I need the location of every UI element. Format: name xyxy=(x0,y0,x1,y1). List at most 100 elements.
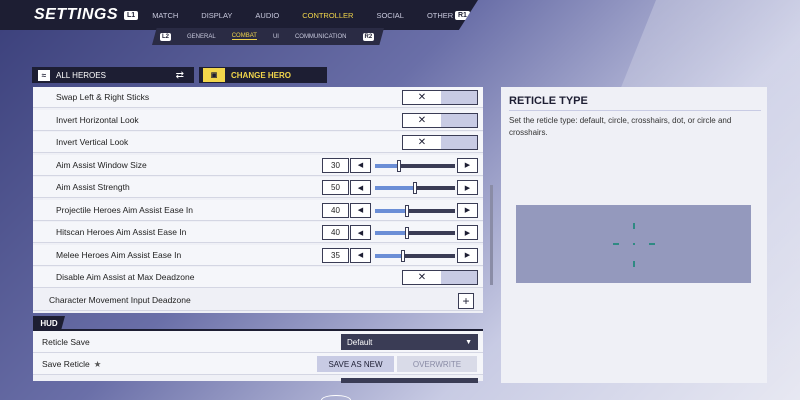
panel-divider xyxy=(509,110,761,111)
setting-label: Invert Horizontal Look xyxy=(56,114,139,125)
reticle-save-dropdown[interactable]: Default ▼ xyxy=(341,334,478,350)
hero-logo-icon: ≈ xyxy=(38,69,50,81)
tab-social[interactable]: SOCIAL xyxy=(376,11,404,20)
hud-settings-list: Reticle Save Default ▼ Save Reticle ★ SAV… xyxy=(33,331,483,383)
all-heroes-label: ALL HEROES xyxy=(56,70,106,80)
description-panel: RETICLE TYPE Set the reticle type: defau… xyxy=(501,87,767,383)
toggle-off-region xyxy=(441,136,477,149)
setting-row: Aim Assist Strength 50 ◀ ▶ xyxy=(33,177,483,198)
slider-value-input[interactable]: 40 xyxy=(322,225,349,240)
increase-arrow-icon[interactable]: ▶ xyxy=(457,180,478,195)
tab-audio[interactable]: AUDIO xyxy=(255,11,279,20)
l2-button-hint: L2 xyxy=(160,32,172,41)
expand-plus-icon[interactable]: + xyxy=(458,292,474,309)
reticle-save-label: Reticle Save xyxy=(42,337,90,347)
toggle-switch[interactable]: ✕ xyxy=(402,135,478,150)
reticle-right-tick xyxy=(649,243,655,245)
reticle-save-row: Reticle Save Default ▼ xyxy=(33,331,483,353)
close-icon: ✕ xyxy=(403,136,441,149)
decrease-arrow-icon[interactable]: ◀ xyxy=(350,180,371,195)
settings-top-bar: SETTINGS L1 MATCH DISPLAY AUDIO CONTROLL… xyxy=(0,0,478,30)
hud-section-header: HUD xyxy=(33,316,65,330)
setting-row: Aim Assist Window Size 30 ◀ ▶ xyxy=(33,154,483,176)
increase-arrow-icon[interactable]: ▶ xyxy=(457,247,478,263)
setting-row: Invert Horizontal Look ✕ xyxy=(33,109,483,131)
setting-row: Melee Heroes Aim Assist Ease In 35 ◀ ▶ xyxy=(33,244,483,266)
toggle-switch[interactable]: ✕ xyxy=(402,270,478,285)
subtab-ui[interactable]: UI xyxy=(273,34,279,40)
increase-arrow-icon[interactable]: ▶ xyxy=(457,202,478,218)
setting-label: Character Movement Input Deadzone xyxy=(49,294,191,305)
slider-thumb[interactable] xyxy=(405,204,409,217)
slider-track[interactable] xyxy=(375,227,455,239)
toggle-switch[interactable]: ✕ xyxy=(402,112,478,128)
setting-label: Aim Assist Strength xyxy=(56,182,130,192)
slider-thumb[interactable] xyxy=(413,182,417,194)
l1-button-hint: L1 xyxy=(124,10,139,20)
settings-list: Swap Left & Right Sticks ✕ Invert Horizont… xyxy=(33,87,483,313)
reticle-save-value: Default xyxy=(347,337,373,347)
setting-row: Invert Vertical Look ✕ xyxy=(33,132,483,153)
overwrite-button[interactable]: OVERWRITE xyxy=(397,356,477,372)
subtab-combat[interactable]: COMBAT xyxy=(231,33,257,40)
slider-thumb[interactable] xyxy=(401,249,405,262)
next-row-dropdown[interactable] xyxy=(341,378,478,383)
decrease-arrow-icon[interactable]: ◀ xyxy=(350,247,371,263)
slider-track[interactable] xyxy=(375,249,455,262)
bottom-indicator xyxy=(321,395,351,400)
setting-label: Projectile Heroes Aim Assist Ease In xyxy=(56,204,194,215)
reticle-bottom-tick xyxy=(633,261,635,267)
save-reticle-label: Save Reticle ★ xyxy=(42,359,102,369)
setting-row: Swap Left & Right Sticks ✕ xyxy=(33,87,483,108)
page-title: SETTINGS xyxy=(34,6,119,23)
scrollbar[interactable] xyxy=(490,185,493,285)
reticle-center-dot xyxy=(633,243,635,245)
slider-value-input[interactable]: 35 xyxy=(322,247,349,263)
close-icon: ✕ xyxy=(403,91,441,104)
star-icon: ★ xyxy=(93,359,102,369)
slider-track[interactable] xyxy=(375,182,455,194)
tab-match[interactable]: MATCH xyxy=(152,11,178,20)
tab-accessibility[interactable]: ACCESSIBILITY xyxy=(476,11,478,20)
setting-label: Hitscan Heroes Aim Assist Ease In xyxy=(56,227,187,237)
slider-value-input[interactable]: 40 xyxy=(322,202,349,218)
close-icon: ✕ xyxy=(403,113,441,127)
reticle-preview xyxy=(516,205,751,283)
setting-label: Melee Heroes Aim Assist Ease In xyxy=(56,249,182,260)
slider-track[interactable] xyxy=(375,204,455,217)
slider-value-input[interactable]: 50 xyxy=(322,180,349,195)
panel-description: Set the reticle type: default, circle, c… xyxy=(509,116,732,137)
decrease-arrow-icon[interactable]: ◀ xyxy=(350,225,371,240)
toggle-switch[interactable]: ✕ xyxy=(402,90,478,105)
all-heroes-selector[interactable]: ≈ ALL HEROES ⇄ xyxy=(32,67,194,83)
subtab-general[interactable]: GENERAL xyxy=(187,34,216,40)
reticle-left-tick xyxy=(613,243,619,245)
toggle-off-region xyxy=(441,113,477,127)
slider-fill xyxy=(375,231,407,235)
setting-row: Character Movement Input Deadzone + xyxy=(33,289,483,311)
increase-arrow-icon[interactable]: ▶ xyxy=(457,225,478,240)
setting-label: Swap Left & Right Sticks xyxy=(56,92,150,102)
decrease-arrow-icon[interactable]: ◀ xyxy=(350,202,371,218)
change-hero-label: CHANGE HERO xyxy=(231,70,292,80)
increase-arrow-icon[interactable]: ▶ xyxy=(457,157,478,173)
slider-fill xyxy=(375,208,407,213)
slider-track[interactable] xyxy=(375,159,455,172)
slider-fill xyxy=(375,163,399,168)
save-as-new-button[interactable]: SAVE AS NEW xyxy=(317,356,394,372)
tab-other[interactable]: OTHER xyxy=(427,11,453,20)
tab-display[interactable]: DISPLAY xyxy=(201,11,232,20)
slider-fill xyxy=(375,186,415,190)
subtab-communication[interactable]: COMMUNICATION xyxy=(295,34,347,40)
save-reticle-row: Save Reticle ★ SAVE AS NEW OVERWRITE xyxy=(33,353,483,375)
slider-thumb[interactable] xyxy=(397,159,401,172)
slider-thumb[interactable] xyxy=(405,227,409,239)
slider-value-input[interactable]: 30 xyxy=(322,157,349,173)
tab-controller[interactable]: CONTROLLER xyxy=(302,11,353,20)
swap-arrows-icon: ⇄ xyxy=(175,69,184,81)
change-hero-button[interactable]: ▣ CHANGE HERO xyxy=(199,67,327,83)
sub-tab-bar: L2 GENERAL COMBAT UI COMMUNICATION R2 xyxy=(152,28,384,45)
panel-title: RETICLE TYPE xyxy=(509,95,588,107)
setting-label: Disable Aim Assist at Max Deadzone xyxy=(56,272,195,282)
decrease-arrow-icon[interactable]: ◀ xyxy=(350,157,371,173)
